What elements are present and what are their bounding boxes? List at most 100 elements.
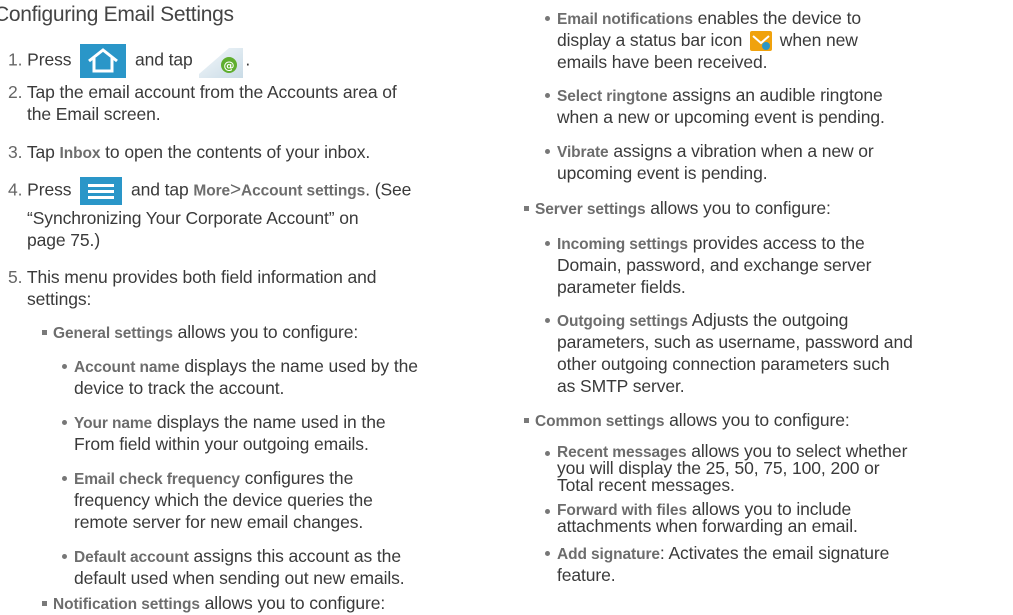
list-item: Account name displays the name used by t… xyxy=(74,356,418,378)
bullet xyxy=(545,16,550,21)
item-text: provides access to the xyxy=(692,233,865,253)
server-settings-heading: Server settings allows you to configure: xyxy=(524,198,831,220)
item-text: enables the device to xyxy=(697,8,861,28)
heading-rest: allows you to configure: xyxy=(177,322,359,342)
step-5: 5. This menu provides both field informa… xyxy=(8,267,377,287)
item-text: when new xyxy=(779,30,858,50)
list-item-cont: From field within your outgoing emails. xyxy=(74,434,369,454)
item-label: Add signature xyxy=(557,546,660,563)
heading-label: Notification settings xyxy=(53,596,200,613)
step-text: to open the contents of your inbox. xyxy=(105,142,371,162)
bullet xyxy=(62,476,67,481)
menu-icon xyxy=(80,177,123,205)
list-item: Select ringtone assigns an audible ringt… xyxy=(557,85,883,107)
heading-rest: allows you to configure: xyxy=(669,410,850,430)
list-item-cont: emails have been received. xyxy=(557,52,768,72)
item-label: Outgoing settings xyxy=(557,313,688,330)
item-text: Adjusts the outgoing xyxy=(691,310,849,330)
more-label: More xyxy=(193,182,231,200)
item-label: Account name xyxy=(74,359,180,376)
item-text: assigns this account as the xyxy=(193,546,402,566)
email-status-icon xyxy=(750,31,773,52)
step-4-cont: page 75.) xyxy=(27,230,101,250)
step-4-cont: “Synchronizing Your Corporate Account” o… xyxy=(27,208,359,228)
notification-settings-heading: Notification settings allows you to conf… xyxy=(42,593,385,615)
step-1: 1. Press and tap @ . xyxy=(8,44,250,78)
item-label: Your name xyxy=(74,415,153,432)
home-icon xyxy=(80,44,127,78)
bullet xyxy=(545,93,550,98)
inbox-label: Inbox xyxy=(59,145,101,162)
step-text: Tap the email account from the Accounts … xyxy=(26,82,397,102)
list-item: Your name displays the name used in the xyxy=(74,412,386,434)
step-text: Tap xyxy=(26,142,55,162)
list-item: Default account assigns this account as … xyxy=(74,546,401,568)
square-bullet xyxy=(42,330,47,335)
item-label: Email notifications xyxy=(557,11,693,28)
step-text: Press xyxy=(27,179,72,200)
step-3: 3. Tap Inbox to open the contents of you… xyxy=(8,142,370,164)
step-text: Press xyxy=(27,49,72,70)
list-item-cont: parameter fields. xyxy=(557,277,686,297)
step-text: . xyxy=(245,49,251,70)
step-5-cont: settings: xyxy=(27,289,92,309)
list-item-cont: attachments when forwarding an email. xyxy=(557,516,858,536)
bullet xyxy=(62,420,67,425)
bullet xyxy=(545,241,550,246)
item-text: assigns an audible ringtone xyxy=(672,85,883,105)
heading-rest: allows you to configure: xyxy=(650,198,831,218)
list-item-cont: remote server for new email changes. xyxy=(74,512,364,532)
list-item-cont: feature. xyxy=(557,565,616,585)
item-text: configures the xyxy=(244,468,354,488)
item-label: Select ringtone xyxy=(557,88,668,105)
step-text: and tap xyxy=(134,49,193,70)
right-column: Email notifications enables the device t… xyxy=(500,0,1013,604)
list-item-cont: frequency which the device queries the xyxy=(74,490,373,510)
step-text: and tap xyxy=(130,179,189,200)
bullet xyxy=(545,149,550,154)
list-item: Outgoing settings Adjusts the outgoing xyxy=(557,310,848,332)
list-item-cont: other outgoing connection parameters suc… xyxy=(557,354,890,374)
item-text: displays the name used in the xyxy=(156,412,386,432)
item-text: : Activates the email signature xyxy=(659,543,890,563)
list-item-cont: default used when sending out new emails… xyxy=(74,568,405,588)
item-text: assigns a vibration when a new or xyxy=(613,141,874,161)
list-item: Email notifications enables the device t… xyxy=(557,8,861,30)
general-settings-heading: General settings allows you to configure… xyxy=(42,322,358,344)
square-bullet xyxy=(524,418,529,423)
step-number: 2. xyxy=(8,82,23,102)
heading-label: Server settings xyxy=(535,201,646,218)
list-item-cont: upcoming event is pending. xyxy=(557,163,768,183)
step-number: 4. xyxy=(8,179,23,200)
left-column: Configuring Email Settings 1. Press and … xyxy=(0,0,500,613)
item-label: Vibrate xyxy=(557,144,609,161)
bullet xyxy=(62,554,67,559)
item-label: Email check frequency xyxy=(74,471,240,488)
list-item-cont: as SMTP server. xyxy=(557,376,685,396)
item-text: displays the name used by the xyxy=(184,356,418,376)
item-label: Default account xyxy=(74,549,189,566)
step-number: 3. xyxy=(8,142,23,162)
list-item-cont: parameters, such as username, password a… xyxy=(557,332,913,352)
heading-label: Common settings xyxy=(535,413,665,430)
step-text: This menu provides both field informatio… xyxy=(26,267,377,287)
bullet xyxy=(62,364,67,369)
heading-rest: allows you to configure: xyxy=(204,593,386,613)
bullet xyxy=(545,509,550,514)
list-item-cont: when a new or upcoming event is pending. xyxy=(557,107,885,127)
account-settings-label: Account settings xyxy=(241,182,366,200)
email-app-icon: @ xyxy=(199,44,244,78)
step-number: 1. xyxy=(8,49,23,70)
list-item-cont: Domain, password, and exchange server xyxy=(557,255,872,275)
list-item: Incoming settings provides access to the xyxy=(557,233,865,255)
square-bullet xyxy=(524,206,529,211)
item-text: display a status bar icon xyxy=(557,30,743,50)
list-item: Email check frequency configures the xyxy=(74,468,353,490)
bullet xyxy=(545,451,550,456)
bullet xyxy=(545,318,550,323)
step-text: . (See xyxy=(365,179,412,200)
list-item: Add signature: Activates the email signa… xyxy=(557,543,889,565)
step-number: 5. xyxy=(8,267,23,287)
list-item-cont: Total recent messages. xyxy=(557,475,735,495)
svg-text:@: @ xyxy=(224,59,235,72)
